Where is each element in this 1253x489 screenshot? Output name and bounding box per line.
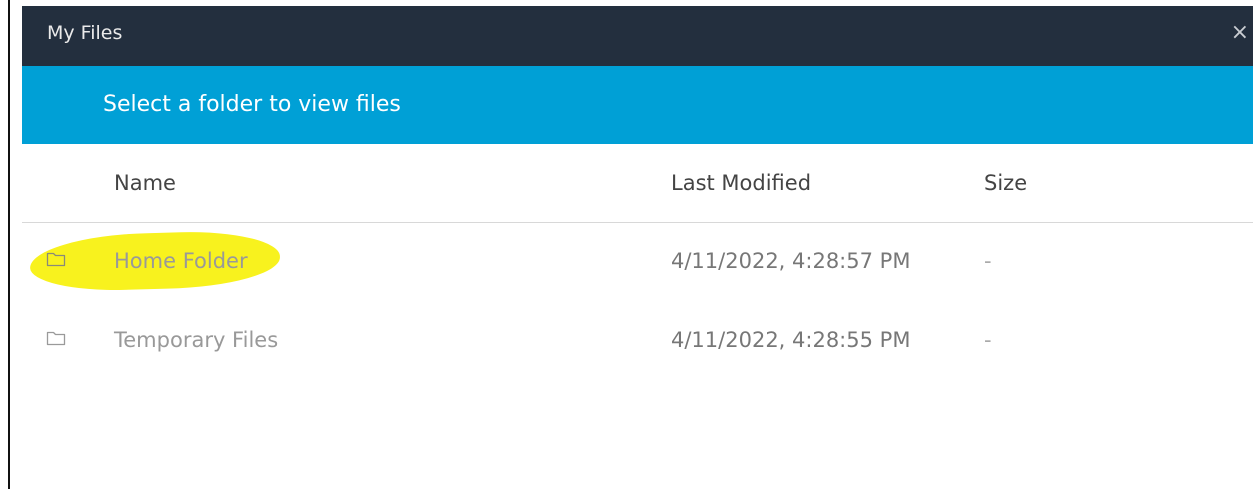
file-last-modified: 4/11/2022, 4:28:55 PM (671, 328, 911, 352)
window-left-edge (8, 0, 10, 489)
column-header-last-modified[interactable]: Last Modified (671, 171, 811, 195)
column-header-size[interactable]: Size (984, 171, 1027, 195)
file-size: - (984, 249, 992, 273)
file-name[interactable]: Home Folder (114, 249, 248, 273)
file-name[interactable]: Temporary Files (114, 328, 278, 352)
table-header: Name Last Modified Size (22, 144, 1253, 223)
table-row-temporary-files[interactable]: Temporary Files 4/11/2022, 4:28:55 PM - (22, 302, 1253, 381)
table-row-home-folder[interactable]: Home Folder 4/11/2022, 4:28:57 PM - (22, 223, 1253, 302)
dialog-title: My Files (47, 22, 123, 44)
column-header-name[interactable]: Name (114, 171, 176, 195)
file-size: - (984, 328, 992, 352)
close-icon[interactable]: × (1231, 20, 1249, 45)
folder-icon (46, 331, 66, 346)
folder-icon (46, 252, 66, 267)
instruction-banner: Select a folder to view files (22, 66, 1253, 144)
my-files-dialog: My Files × Select a folder to view files… (22, 6, 1253, 489)
banner-text: Select a folder to view files (103, 92, 401, 117)
title-bar: My Files × (22, 6, 1253, 66)
file-last-modified: 4/11/2022, 4:28:57 PM (671, 249, 911, 273)
